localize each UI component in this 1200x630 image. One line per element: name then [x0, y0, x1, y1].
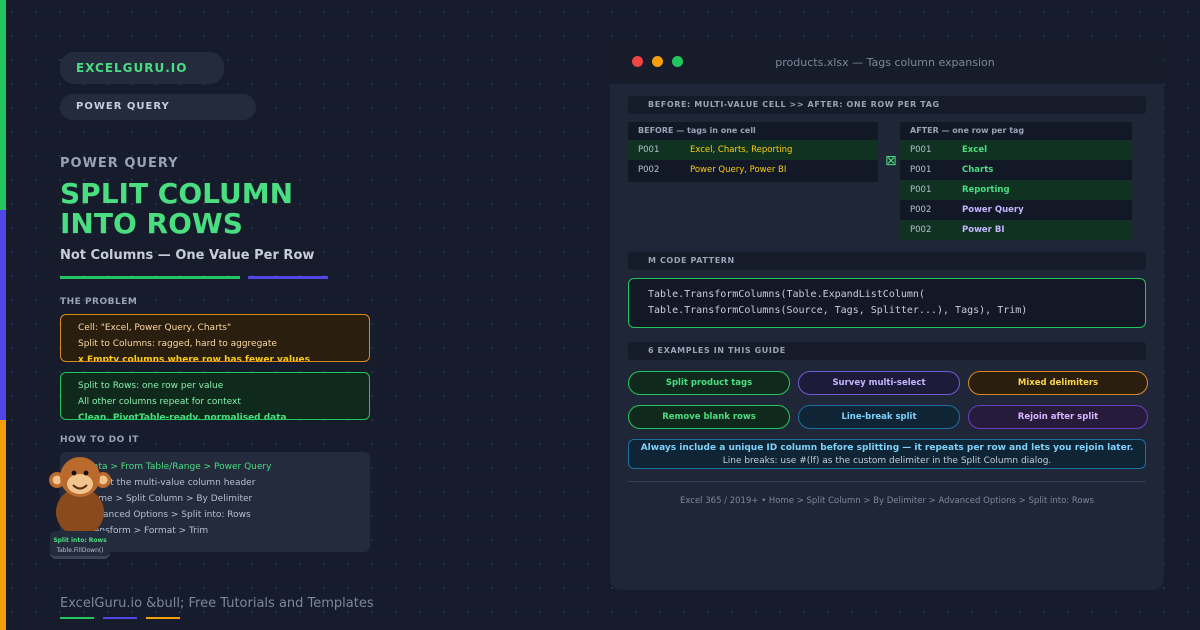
m-code-box: Table.TransformColumns(Table.ExpandListC…	[628, 278, 1146, 328]
example-chip[interactable]: Split product tags	[628, 371, 790, 395]
howto-label: HOW TO DO IT	[60, 435, 139, 445]
section-bar-before-after: BEFORE: MULTI-VALUE CELL >> AFTER: ONE R…	[628, 96, 1146, 114]
solution-line: Split to Rows: one row per value	[78, 381, 224, 391]
window-footer: Excel 365 / 2019+ • Home > Split Column …	[680, 496, 1094, 506]
table-row: P002 Power BI	[900, 220, 1132, 240]
row-tag: Reporting	[962, 185, 1010, 195]
howto-step: Select the multi-value column header	[86, 478, 256, 488]
title-line-2: INTO ROWS	[60, 207, 243, 240]
title-line-1: SPLIT COLUMN	[60, 177, 294, 210]
monkey-mascot-icon	[49, 457, 111, 536]
example-chip[interactable]: Line-break split	[798, 405, 960, 429]
row-tags: Excel, Charts, Reporting	[690, 145, 793, 155]
before-table-header: BEFORE — tags in one cell	[638, 126, 756, 135]
window-close-button[interactable]	[632, 56, 643, 67]
left-footer: ExcelGuru.io &bull; Free Tutorials and T…	[60, 596, 374, 611]
mascot-caption: Table.FillDown()	[56, 547, 104, 554]
code-line: Table.TransformColumns(Source, Tags, Spl…	[648, 305, 1028, 316]
category-pill[interactable]: POWER QUERY	[60, 94, 256, 120]
accent-bar-orange	[0, 420, 6, 630]
section-bar-m-code: M CODE PATTERN	[628, 252, 1146, 270]
row-tag: Power Query	[962, 205, 1024, 215]
example-chip[interactable]: Mixed delimiters	[968, 371, 1148, 395]
after-table-header: AFTER — one row per tag	[910, 126, 1025, 135]
accent-bar-green	[0, 0, 6, 210]
footer-line-orange	[146, 617, 180, 619]
divider	[628, 481, 1146, 482]
table-row: P001 Charts	[900, 160, 1132, 180]
code-line: Table.TransformColumns(Table.ExpandListC…	[648, 289, 925, 300]
subtitle: Not Columns — One Value Per Row	[60, 248, 315, 263]
table-row: P002 Power Query, Power BI	[628, 160, 878, 180]
example-chip[interactable]: Survey multi-select	[798, 371, 960, 395]
row-id: P002	[910, 225, 932, 235]
table-row: P002 Power Query	[900, 200, 1132, 220]
window-title: products.xlsx — Tags column expansion	[775, 56, 995, 69]
row-id: P001	[910, 185, 932, 195]
solution-line: Clean, PivotTable-ready, normalised data	[78, 413, 287, 420]
mascot-caption: Split into: Rows	[53, 537, 107, 544]
problem-line: Cell: "Excel, Power Query, Charts"	[78, 323, 232, 333]
problem-line: Split to Columns: ragged, hard to aggreg…	[78, 339, 277, 349]
table-row: P001 Reporting	[900, 180, 1132, 200]
row-id: P002	[910, 205, 932, 215]
window-minimize-button[interactable]	[652, 56, 663, 67]
section-bar-examples: 6 EXAMPLES IN THIS GUIDE	[628, 342, 1146, 360]
mascot-sign: Split into: Rows Table.FillDown()	[50, 531, 110, 559]
example-chip[interactable]: Rejoin after split	[968, 405, 1148, 429]
before-table: BEFORE — tags in one cell P001 Excel, Ch…	[628, 122, 878, 182]
solution-box: Split to Rows: one row per value All oth…	[60, 372, 370, 420]
eyebrow: POWER QUERY	[60, 156, 179, 171]
brand-pill[interactable]: EXCELGURU.IO	[60, 52, 224, 84]
problem-box: Cell: "Excel, Power Query, Charts" Split…	[60, 314, 370, 362]
row-id: P001	[638, 145, 660, 155]
howto-step: Transform > Format > Trim	[86, 526, 209, 536]
tip-box: Always include a unique ID column before…	[628, 439, 1146, 469]
after-table: AFTER — one row per tag P001 Excel P001 …	[900, 122, 1132, 240]
table-row: P001 Excel, Charts, Reporting	[628, 140, 878, 160]
tip-line: Always include a unique ID column before…	[640, 443, 1134, 453]
row-id: P001	[910, 145, 932, 155]
window-maximize-button[interactable]	[672, 56, 683, 67]
row-id: P001	[910, 165, 932, 175]
row-tag: Charts	[962, 165, 994, 175]
accent-bar-purple	[0, 210, 6, 420]
row-tag: Power BI	[962, 225, 1005, 235]
problem-label: THE PROBLEM	[60, 297, 138, 307]
transform-arrow-icon: ⊠	[885, 153, 897, 169]
example-chip[interactable]: Remove blank rows	[628, 405, 790, 429]
footer-line-green	[60, 617, 94, 619]
row-tag: Excel	[962, 145, 988, 155]
page-title: SPLIT COLUMN INTO ROWS	[60, 179, 293, 239]
howto-step: Advanced Options > Split into: Rows	[86, 510, 251, 520]
underline-green	[60, 276, 240, 279]
problem-line: x Empty columns where row has fewer valu…	[78, 355, 310, 362]
howto-step: Data > From Table/Range > Power Query	[86, 462, 272, 472]
tip-line: Line breaks: use #(lf) as the custom del…	[722, 456, 1052, 466]
underline-purple	[248, 276, 328, 279]
row-tags: Power Query, Power BI	[690, 165, 787, 175]
footer-line-purple	[103, 617, 137, 619]
solution-line: All other columns repeat for context	[78, 397, 241, 407]
howto-step: Home > Split Column > By Delimiter	[86, 494, 253, 504]
table-row: P001 Excel	[900, 140, 1132, 160]
row-id: P002	[638, 165, 660, 175]
